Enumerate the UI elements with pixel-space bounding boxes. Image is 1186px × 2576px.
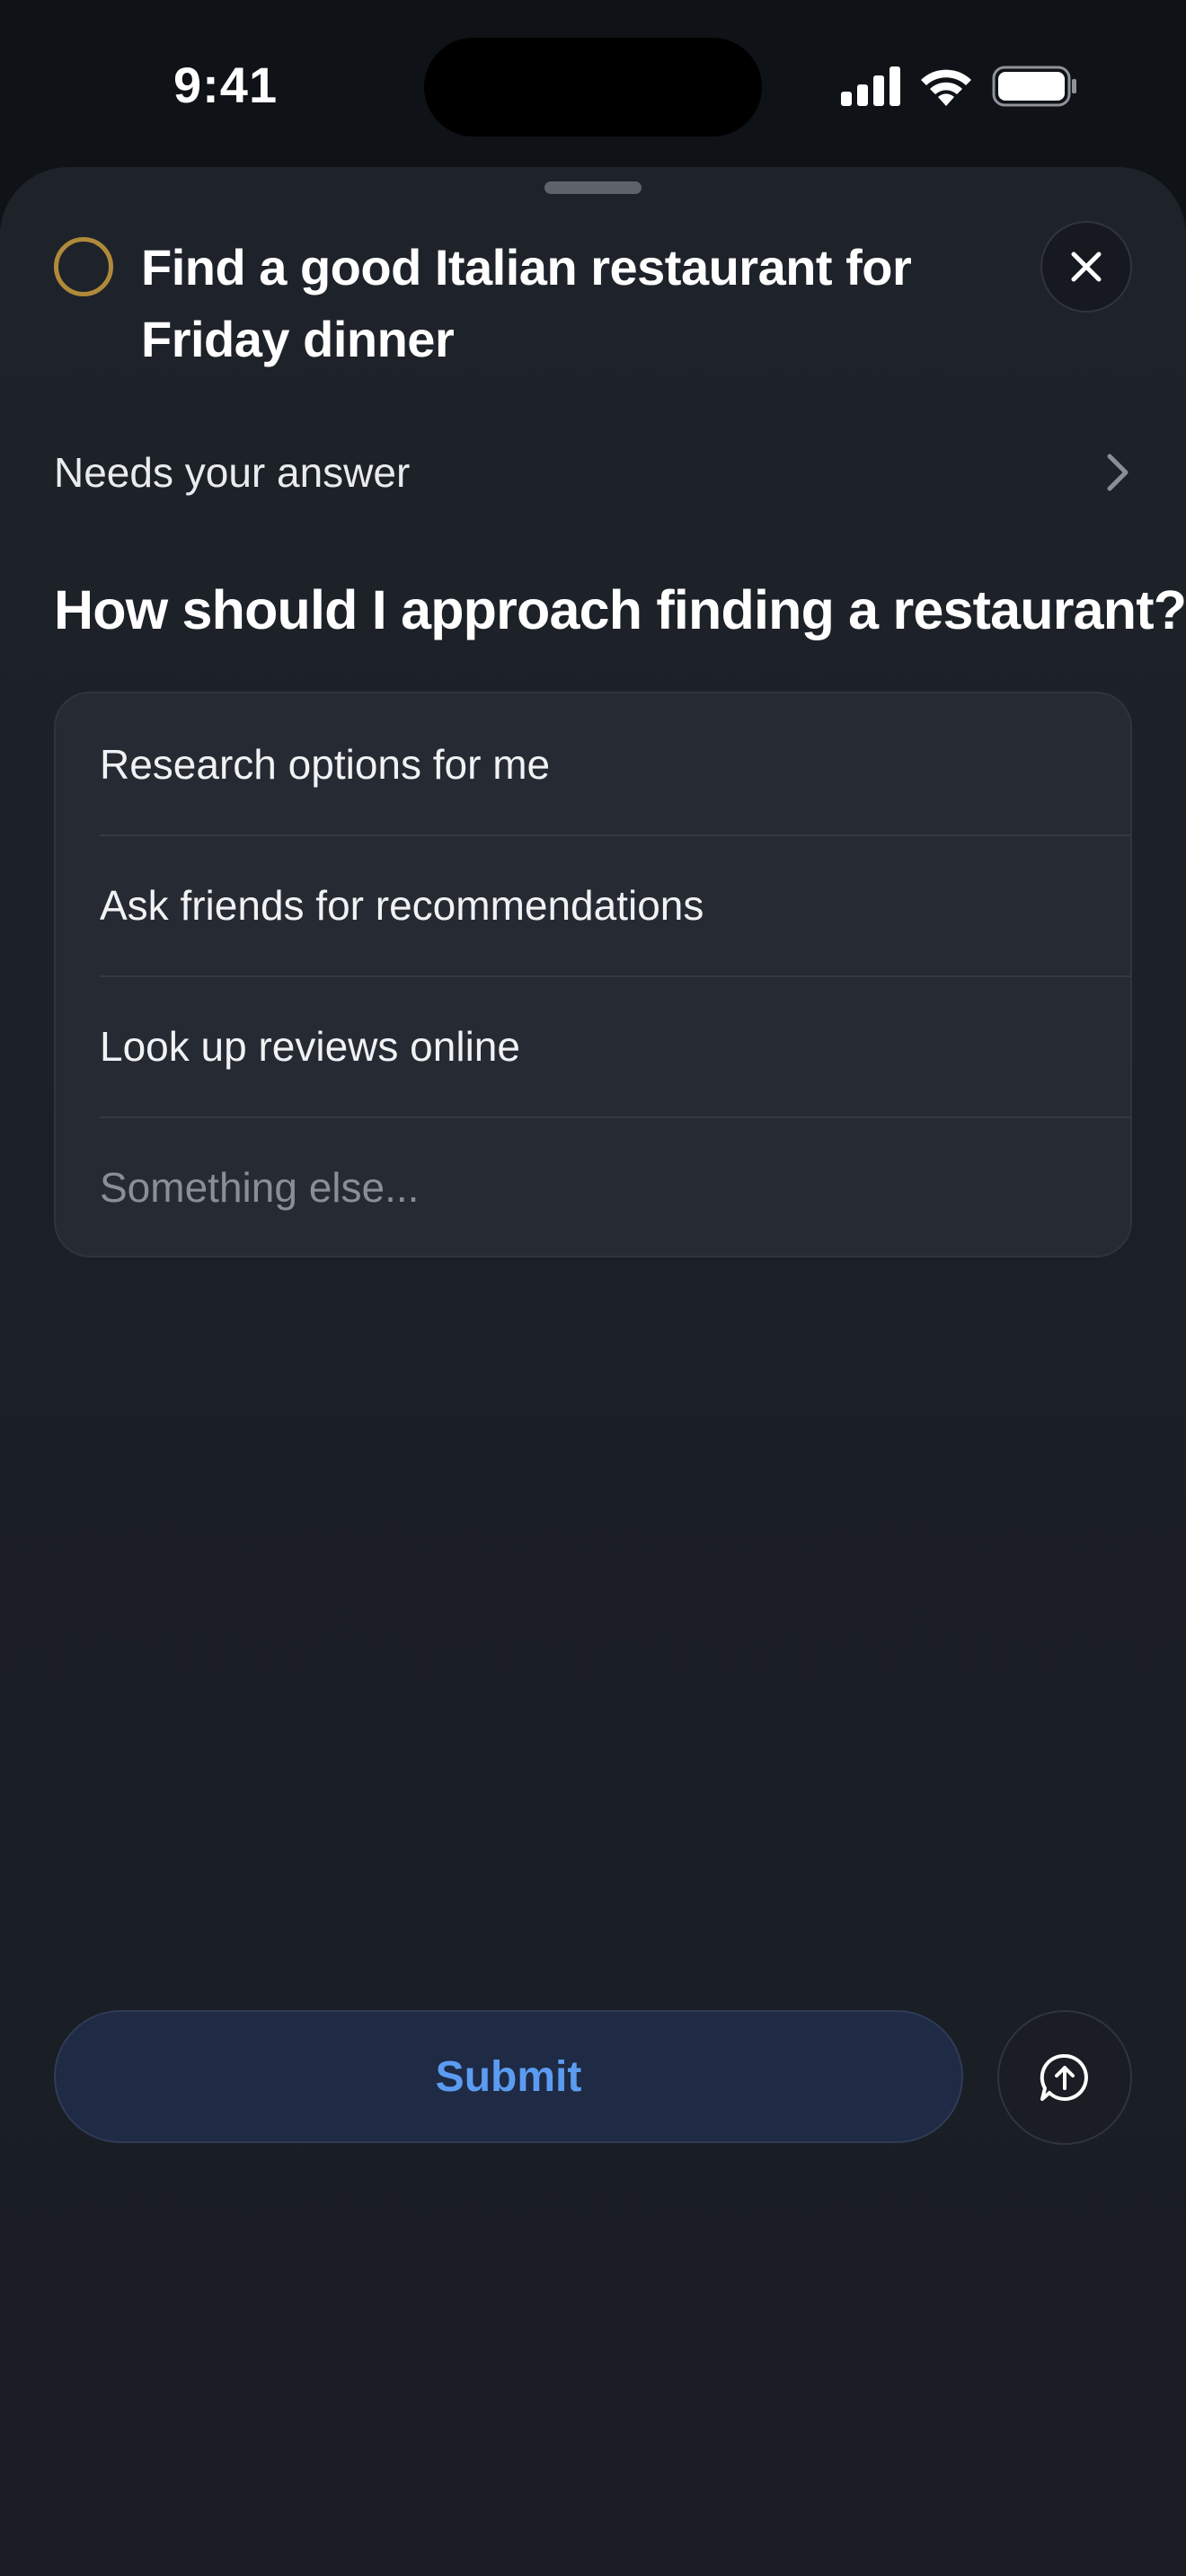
chevron-right-icon: [1107, 454, 1128, 491]
screen: 9:41 Find a good Italian restaurant for …: [0, 0, 1186, 2576]
circle-outline-icon: [54, 237, 113, 296]
task-title: Find a good Italian restaurant for Frida…: [141, 239, 912, 367]
dynamic-island: [424, 38, 762, 137]
chat-bubble-arrow-up-icon: [1040, 2053, 1088, 2101]
task-sheet: Find a good Italian restaurant for Frida…: [0, 167, 1186, 2576]
signal-icon: [841, 66, 900, 106]
option-look-up-reviews[interactable]: Look up reviews online: [56, 975, 1130, 1116]
sheet-grabber[interactable]: [544, 181, 642, 194]
options-list: Research options for me Ask friends for …: [54, 692, 1132, 1257]
close-icon: [1071, 251, 1102, 282]
wifi-icon: [921, 69, 971, 106]
question-text: How should I approach finding a restaura…: [54, 579, 1186, 640]
status-bar: 9:41: [0, 0, 1186, 171]
battery-icon: [992, 66, 1076, 107]
needs-answer-row[interactable]: Needs your answer: [54, 437, 1132, 508]
needs-answer-label: Needs your answer: [54, 449, 411, 496]
close-button[interactable]: [1040, 221, 1132, 313]
option-ask-friends[interactable]: Ask friends for recommendations: [56, 834, 1130, 975]
status-time: 9:41: [173, 57, 279, 113]
submit-button[interactable]: Submit: [54, 2010, 963, 2143]
chat-button[interactable]: [997, 2010, 1132, 2145]
option-research[interactable]: Research options for me: [56, 693, 1130, 834]
option-something-else-input[interactable]: Something else...: [56, 1116, 1130, 1256]
